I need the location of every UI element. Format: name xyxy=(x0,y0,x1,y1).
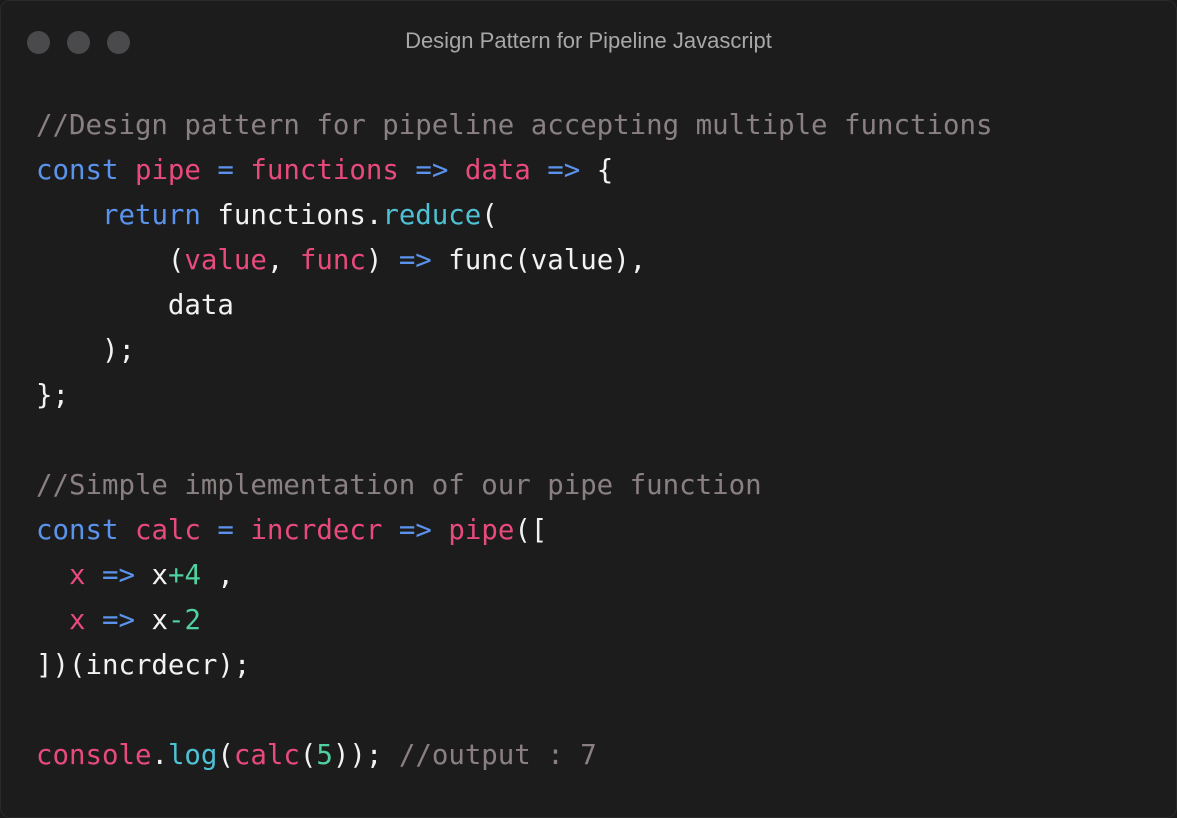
code-token: { xyxy=(580,155,614,186)
code-token: => xyxy=(101,605,135,636)
code-token: ) xyxy=(365,245,399,276)
code-token: => xyxy=(415,155,449,186)
code-token: x xyxy=(68,560,86,591)
code-token: log xyxy=(167,740,218,771)
code-token: +4 xyxy=(167,560,201,591)
code-token: //Simple implementation of our pipe func… xyxy=(36,470,762,501)
code-token: ( xyxy=(36,245,185,276)
code-token: return xyxy=(101,200,201,231)
code-token: calc xyxy=(134,515,201,546)
code-line: x => x-2 xyxy=(36,598,992,643)
code-token: ( xyxy=(481,200,498,231)
code-token: value xyxy=(184,245,267,276)
code-line: const pipe = functions => data => { xyxy=(36,148,992,193)
code-token: calc xyxy=(233,740,300,771)
code-token: reduce xyxy=(382,200,482,231)
code-token: functions xyxy=(250,155,399,186)
code-token: pipe xyxy=(448,515,515,546)
code-token: func(value), xyxy=(431,245,647,276)
code-token: ([ xyxy=(514,515,548,546)
window-titlebar: Design Pattern for Pipeline Javascript xyxy=(0,0,1177,84)
code-token: ( xyxy=(217,740,234,771)
code-window: Design Pattern for Pipeline Javascript /… xyxy=(0,0,1177,818)
code-token: , xyxy=(200,560,234,591)
code-token: incrdecr xyxy=(250,515,383,546)
code-block: //Design pattern for pipeline accepting … xyxy=(36,103,992,778)
code-token: = xyxy=(217,155,234,186)
code-line: x => x+4 , xyxy=(36,553,992,598)
code-token: x xyxy=(134,560,168,591)
code-token: 5 xyxy=(316,740,333,771)
code-token: => xyxy=(398,515,432,546)
code-line: return functions.reduce( xyxy=(36,193,992,238)
code-token: func xyxy=(299,245,366,276)
code-token: ( xyxy=(299,740,317,771)
code-token: }; xyxy=(36,380,69,411)
code-token: ])(incrdecr); xyxy=(36,650,251,681)
window-title: Design Pattern for Pipeline Javascript xyxy=(405,28,772,53)
code-line: (value, func) => func(value), xyxy=(36,238,992,283)
code-token: x xyxy=(134,605,168,636)
code-line: //Simple implementation of our pipe func… xyxy=(36,463,992,508)
code-line: ); xyxy=(36,328,992,373)
code-token: const xyxy=(36,515,119,546)
code-token: => xyxy=(398,245,432,276)
code-token: )); xyxy=(332,740,399,771)
code-token: ); xyxy=(36,335,135,366)
code-token: => xyxy=(101,560,135,591)
code-line: const calc = incrdecr => pipe([ xyxy=(36,508,992,553)
code-line: //Design pattern for pipeline accepting … xyxy=(36,103,992,148)
code-token: => xyxy=(547,155,581,186)
code-token: data xyxy=(36,290,234,321)
code-token: pipe xyxy=(134,155,201,186)
code-token: -2 xyxy=(167,605,201,636)
code-line: data xyxy=(36,283,992,328)
code-token: = xyxy=(217,515,234,546)
code-line: ])(incrdecr); xyxy=(36,643,992,688)
code-line: console.log(calc(5)); //output : 7 xyxy=(36,733,992,778)
code-line: }; xyxy=(36,373,992,418)
code-token: x xyxy=(68,605,86,636)
code-token: . xyxy=(151,740,168,771)
code-token: functions. xyxy=(200,200,383,231)
code-token: console xyxy=(36,740,152,771)
code-token: //output : 7 xyxy=(398,740,597,771)
code-token: const xyxy=(36,155,119,186)
code-token: , xyxy=(266,245,300,276)
code-token: //Design pattern for pipeline accepting … xyxy=(36,110,993,141)
code-token: data xyxy=(464,155,531,186)
